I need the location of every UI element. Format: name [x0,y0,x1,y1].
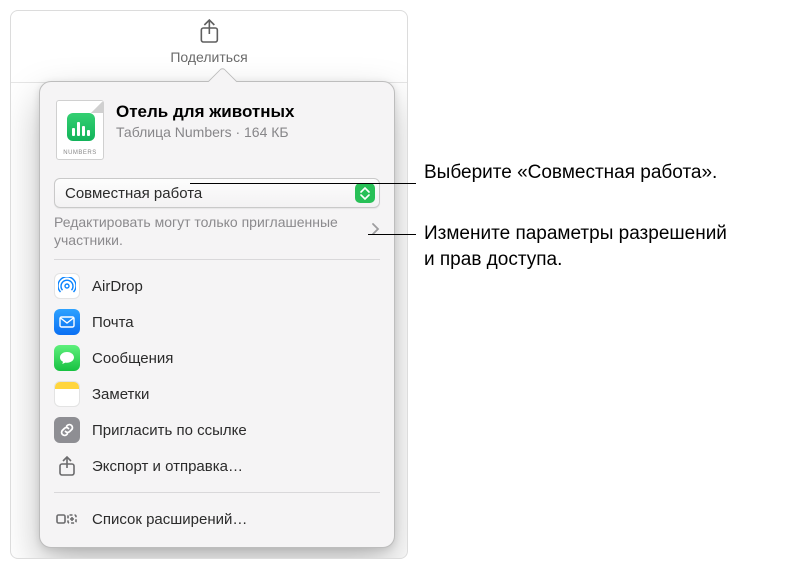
share-item-airdrop[interactable]: AirDrop [46,268,388,304]
share-item-mail[interactable]: Почта [46,304,388,340]
share-item-invite-link[interactable]: Пригласить по ссылке [46,412,388,448]
share-item-messages[interactable]: Сообщения [46,340,388,376]
share-icon [196,17,222,47]
callout-change-perms: Измените параметры разрешений и прав дос… [424,221,764,272]
share-button-label: Поделиться [170,49,247,65]
share-item-label: Сообщения [92,350,173,367]
chevron-right-icon [371,222,380,241]
document-title: Отель для животных [116,102,294,122]
share-item-export[interactable]: Экспорт и отправка… [46,448,388,484]
extensions-list-button[interactable]: Список расширений… [46,501,388,537]
callout-line [190,183,416,184]
document-subtitle: Таблица Numbers · 164 КБ [116,124,294,140]
permissions-text: Редактировать могут только приглашенные … [54,214,363,249]
permissions-row[interactable]: Редактировать могут только приглашенные … [54,214,380,249]
callout-select-collab: Выберите «Совместная работа». [424,160,764,186]
extensions-list-label: Список расширений… [92,511,247,528]
notes-icon [54,381,80,407]
updown-chevron-icon [355,183,375,203]
messages-icon [54,345,80,371]
share-item-label: Почта [92,314,134,331]
divider [54,259,380,260]
extensions-icon [54,506,80,532]
link-icon [54,417,80,443]
callout-line [368,234,416,235]
document-icon: NUMBERS [56,100,104,160]
document-header: NUMBERS Отель для животных Таблица Numbe… [40,96,394,172]
share-item-label: Пригласить по ссылке [92,422,247,439]
toolbar: Поделиться [11,11,407,83]
app-window: Поделиться NUMBERS Отель для животных Та… [10,10,408,559]
airdrop-icon [54,273,80,299]
share-button[interactable]: Поделиться [170,17,247,65]
share-item-label: Экспорт и отправка… [92,458,243,475]
share-item-notes[interactable]: Заметки [46,376,388,412]
divider [54,492,380,493]
share-item-label: Заметки [92,386,149,403]
share-popover: NUMBERS Отель для животных Таблица Numbe… [39,81,395,548]
share-item-label: AirDrop [92,278,143,295]
collaboration-mode-label: Совместная работа [65,185,202,202]
share-targets-list: AirDrop Почта Сообщения Зам [40,264,394,488]
export-icon [54,453,80,479]
mail-icon [54,309,80,335]
